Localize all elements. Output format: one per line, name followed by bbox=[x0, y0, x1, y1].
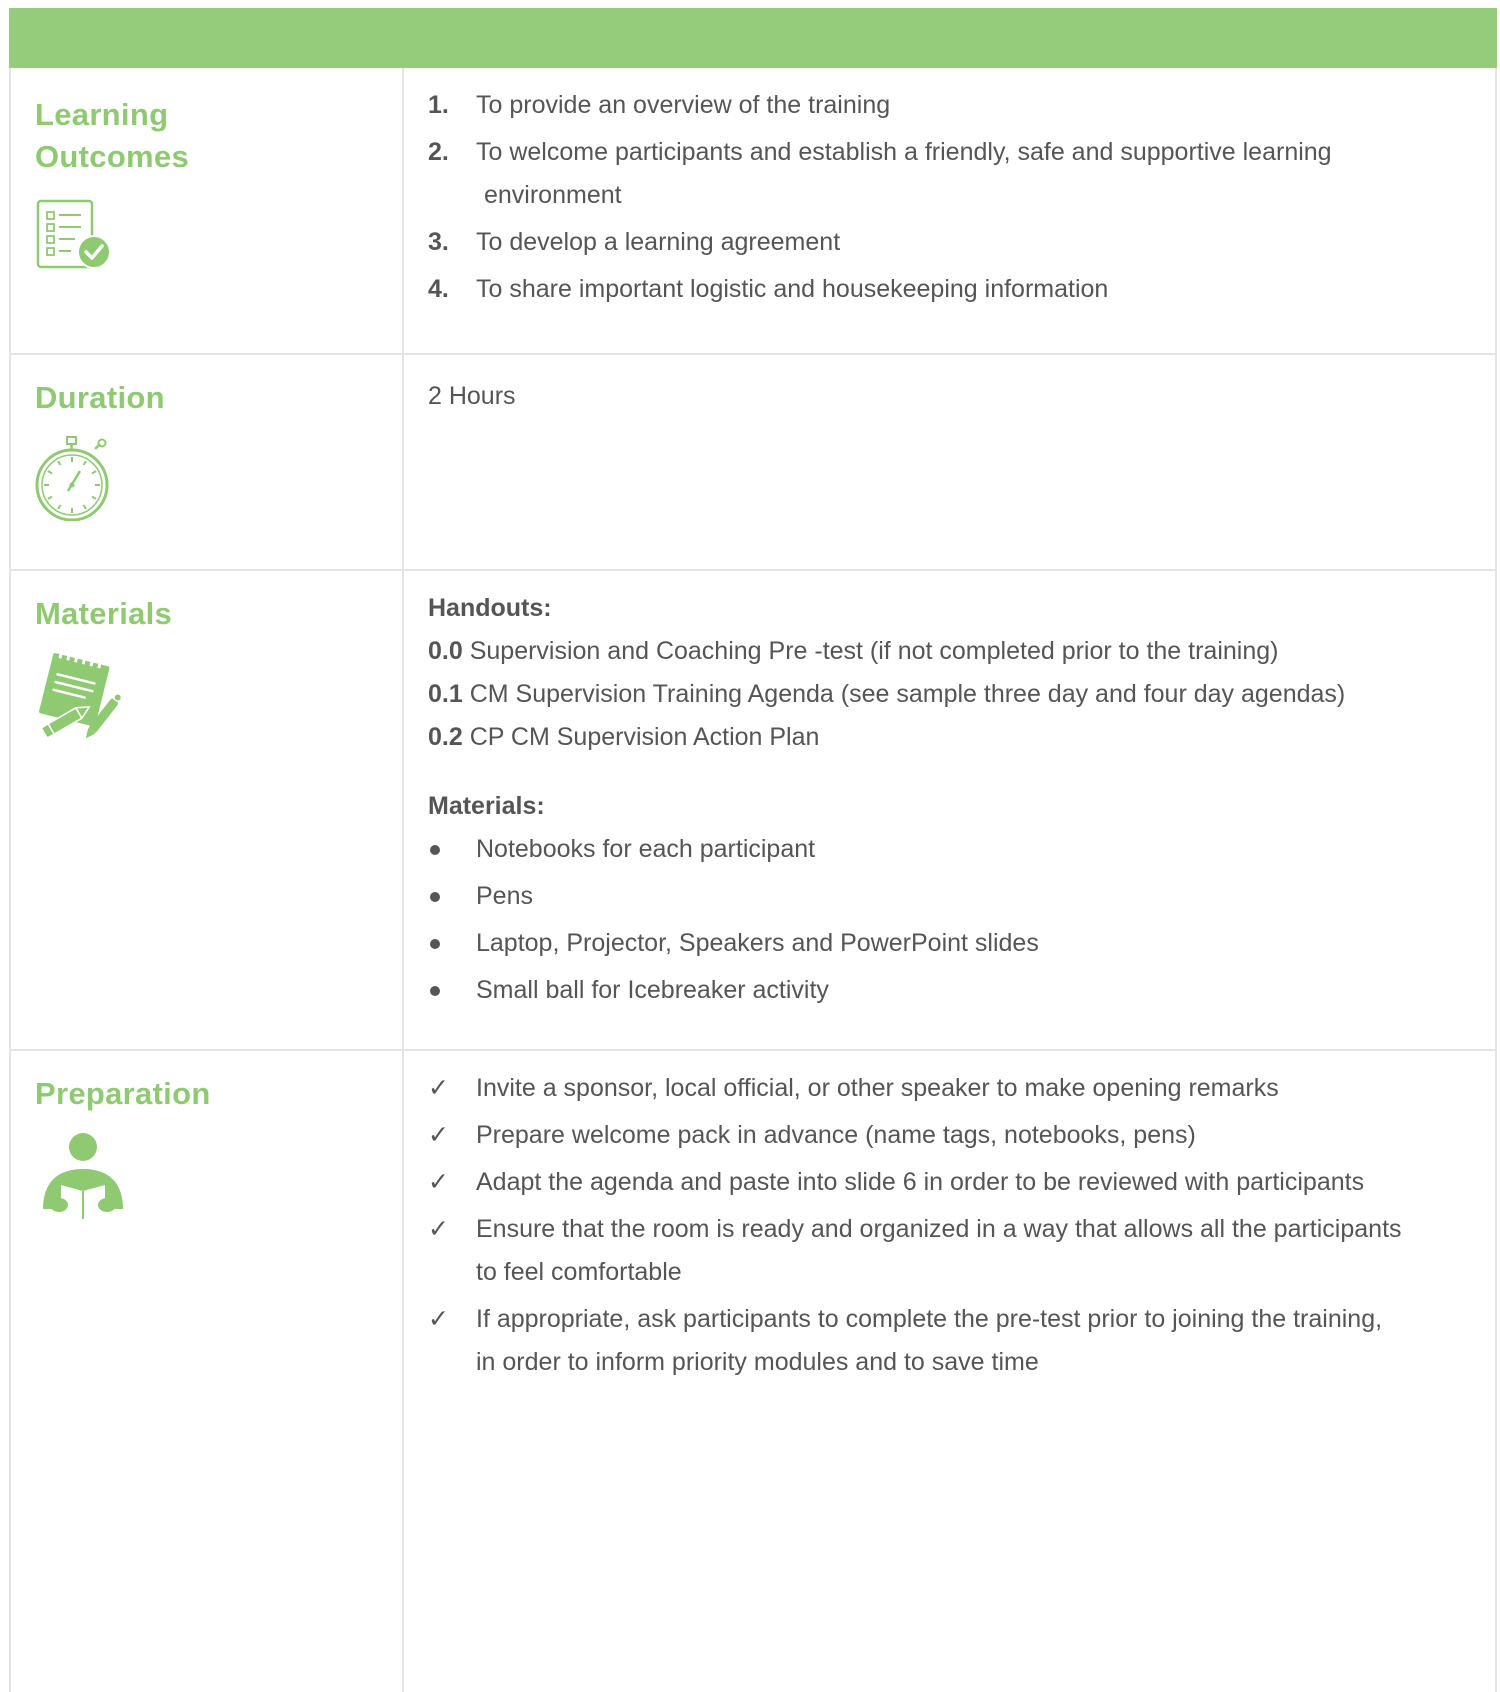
list-text-continuation: to feel comfortable bbox=[476, 1258, 682, 1286]
list-item-continuation: to feel comfortable bbox=[428, 1251, 1488, 1294]
list-text: Ensure that the room is ready and organi… bbox=[476, 1215, 1402, 1243]
list-number: 4. bbox=[428, 275, 449, 303]
label-cell: Learning Outcomes bbox=[35, 94, 385, 274]
bullet-icon bbox=[430, 939, 440, 949]
checkmark-icon: ✓ bbox=[428, 1215, 449, 1243]
duration-value: 2 Hours bbox=[428, 382, 516, 410]
preparation-item: ✓ Prepare welcome pack in advance (name … bbox=[428, 1114, 1488, 1157]
list-number: 1. bbox=[428, 91, 449, 119]
handout-code: 0.1 bbox=[428, 680, 463, 708]
list-text: Invite a sponsor, local official, or oth… bbox=[476, 1074, 1279, 1102]
list-text: Adapt the agenda and paste into slide 6 … bbox=[476, 1168, 1365, 1196]
handout-item: 0.0 Supervision and Coaching Pre -test (… bbox=[428, 630, 1488, 673]
checkmark-icon: ✓ bbox=[428, 1305, 449, 1333]
materials-list-item: Notebooks for each participant bbox=[428, 828, 1488, 871]
person-reading-icon bbox=[43, 1133, 123, 1219]
handout-code: 0.0 bbox=[428, 637, 463, 665]
preparation-item: ✓ Invite a sponsor, local official, or o… bbox=[428, 1067, 1488, 1110]
checklist-icon bbox=[36, 199, 111, 269]
stopwatch-icon bbox=[35, 436, 109, 521]
content-cell: ✓ Invite a sponsor, local official, or o… bbox=[428, 1067, 1488, 1388]
checkmark-icon: ✓ bbox=[428, 1121, 449, 1149]
handout-item: 0.2 CP CM Supervision Action Plan bbox=[428, 716, 1488, 759]
list-number: 2. bbox=[428, 138, 449, 166]
list-item-continuation: in order to inform priority modules and … bbox=[428, 1341, 1488, 1384]
handout-item: 0.1 CM Supervision Training Agenda (see … bbox=[428, 673, 1488, 716]
label-cell: Preparation bbox=[35, 1073, 385, 1221]
handout-text: CP CM Supervision Action Plan bbox=[462, 723, 820, 751]
row-label-learning-outcomes: Learning Outcomes bbox=[35, 94, 385, 178]
label-cell: Materials bbox=[35, 593, 385, 741]
row-label-preparation: Preparation bbox=[35, 1076, 211, 1111]
header-bar bbox=[9, 8, 1497, 68]
bullet-icon bbox=[430, 845, 440, 855]
materials-heading: Materials: bbox=[428, 792, 545, 820]
handout-code: 0.2 bbox=[428, 723, 463, 751]
preparation-item: ✓ Ensure that the room is ready and orga… bbox=[428, 1208, 1488, 1251]
handout-text: Supervision and Coaching Pre -test (if n… bbox=[462, 637, 1279, 665]
content-cell: 2 Hours bbox=[428, 375, 1488, 422]
preparation-item: ✓ Adapt the agenda and paste into slide … bbox=[428, 1161, 1488, 1204]
handout-text: CM Supervision Training Agenda (see samp… bbox=[462, 680, 1346, 708]
list-item: 1. To provide an overview of the trainin… bbox=[428, 84, 1488, 127]
list-item: 3. To develop a learning agreement bbox=[428, 221, 1488, 264]
bullet-icon bbox=[430, 892, 440, 902]
list-text: To welcome participants and establish a … bbox=[476, 138, 1332, 166]
list-text-continuation: environment bbox=[484, 181, 622, 209]
list-text: To develop a learning agreement bbox=[476, 228, 841, 256]
column-divider bbox=[402, 68, 404, 1692]
bullet-icon bbox=[430, 986, 440, 996]
list-text: If appropriate, ask participants to comp… bbox=[476, 1305, 1383, 1333]
materials-list-item: Laptop, Projector, Speakers and PowerPoi… bbox=[428, 922, 1488, 965]
row-learning-outcomes: Learning Outcomes 1. To provide an overv… bbox=[11, 68, 1495, 355]
checkmark-icon: ✓ bbox=[428, 1074, 449, 1102]
session-table: Learning Outcomes 1. To provide an overv… bbox=[9, 8, 1497, 1692]
list-item: 2. To welcome participants and establish… bbox=[428, 131, 1488, 174]
row-label-materials: Materials bbox=[35, 596, 173, 631]
list-text: Notebooks for each participant bbox=[476, 835, 816, 863]
content-cell: Handouts: 0.0 Supervision and Coaching P… bbox=[428, 587, 1488, 1016]
materials-list-item: Small ball for Icebreaker activity bbox=[428, 969, 1488, 1012]
label-cell: Duration bbox=[35, 377, 385, 521]
list-text: To share important logistic and housekee… bbox=[476, 275, 1109, 303]
row-label-duration: Duration bbox=[35, 380, 165, 415]
row-preparation: Preparation ✓ Invite a sponsor, local of… bbox=[11, 1051, 1495, 1692]
row-materials: Materials Handouts: 0.0 Supervision and … bbox=[11, 571, 1495, 1051]
label-line: Learning bbox=[35, 97, 169, 132]
list-text: To provide an overview of the training bbox=[476, 91, 891, 119]
preparation-item: ✓ If appropriate, ask participants to co… bbox=[428, 1298, 1488, 1341]
content-cell: 1. To provide an overview of the trainin… bbox=[428, 84, 1488, 315]
checkmark-icon: ✓ bbox=[428, 1168, 449, 1196]
list-number: 3. bbox=[428, 228, 449, 256]
list-text: Small ball for Icebreaker activity bbox=[476, 976, 829, 1004]
row-duration: Duration 2 Hours bbox=[11, 355, 1495, 571]
handouts-heading: Handouts: bbox=[428, 594, 552, 622]
list-text-continuation: in order to inform priority modules and … bbox=[476, 1348, 1039, 1376]
label-line: Outcomes bbox=[35, 139, 189, 174]
list-text: Prepare welcome pack in advance (name ta… bbox=[476, 1121, 1196, 1149]
notepad-pencil-icon bbox=[39, 651, 121, 739]
list-item: 4. To share important logistic and house… bbox=[428, 268, 1488, 311]
list-text: Laptop, Projector, Speakers and PowerPoi… bbox=[476, 929, 1039, 957]
list-text: Pens bbox=[476, 882, 533, 910]
materials-list-item: Pens bbox=[428, 875, 1488, 918]
list-item-continuation: environment bbox=[428, 174, 1488, 217]
